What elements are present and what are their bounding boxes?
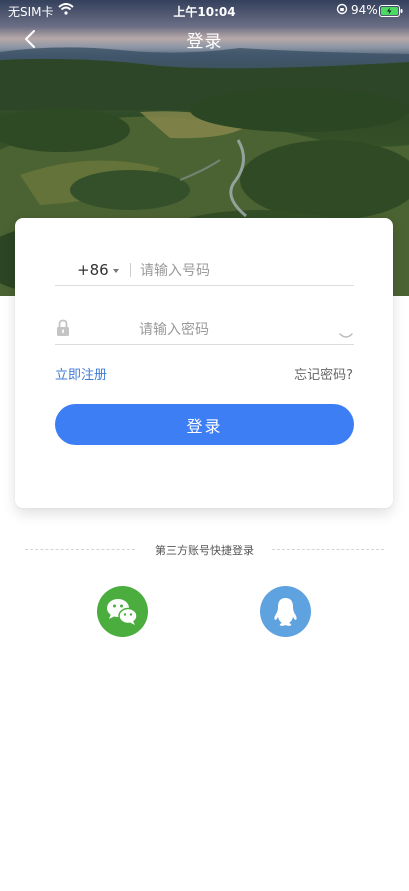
status-bar: 无SIM卡 上午10:04 94% [0,0,409,22]
orientation-lock-icon [336,3,348,18]
login-button[interactable]: 登录 [55,404,354,445]
login-card: +86 立即注册 忘记密码? 登录 [15,218,393,508]
password-input[interactable] [139,319,329,341]
wechat-icon [107,599,138,625]
third-party-title: 第三方账号快捷登录 [155,544,254,557]
qq-icon [274,598,297,626]
lock-icon [56,319,70,337]
register-link[interactable]: 立即注册 [55,364,107,383]
forgot-password-link[interactable]: 忘记密码? [294,364,353,383]
phone-field: +86 [55,256,354,286]
password-field [55,315,354,345]
country-code-selector[interactable]: +86 [77,261,109,279]
phone-input[interactable] [140,260,340,282]
battery-percentage: 94% [351,3,378,17]
divider-right [272,549,384,550]
page-title: 登录 [186,32,223,52]
battery-icon [379,5,403,20]
login-page: 无SIM卡 上午10:04 94% 登录 +86 请输入号码 立即注册 忘记密码… [0,0,409,891]
field-divider [130,263,131,277]
wechat-login-button[interactable] [97,586,148,637]
qq-login-button[interactable] [260,586,311,637]
eye-closed-icon[interactable] [339,325,353,338]
caret-down-icon[interactable] [113,269,119,273]
